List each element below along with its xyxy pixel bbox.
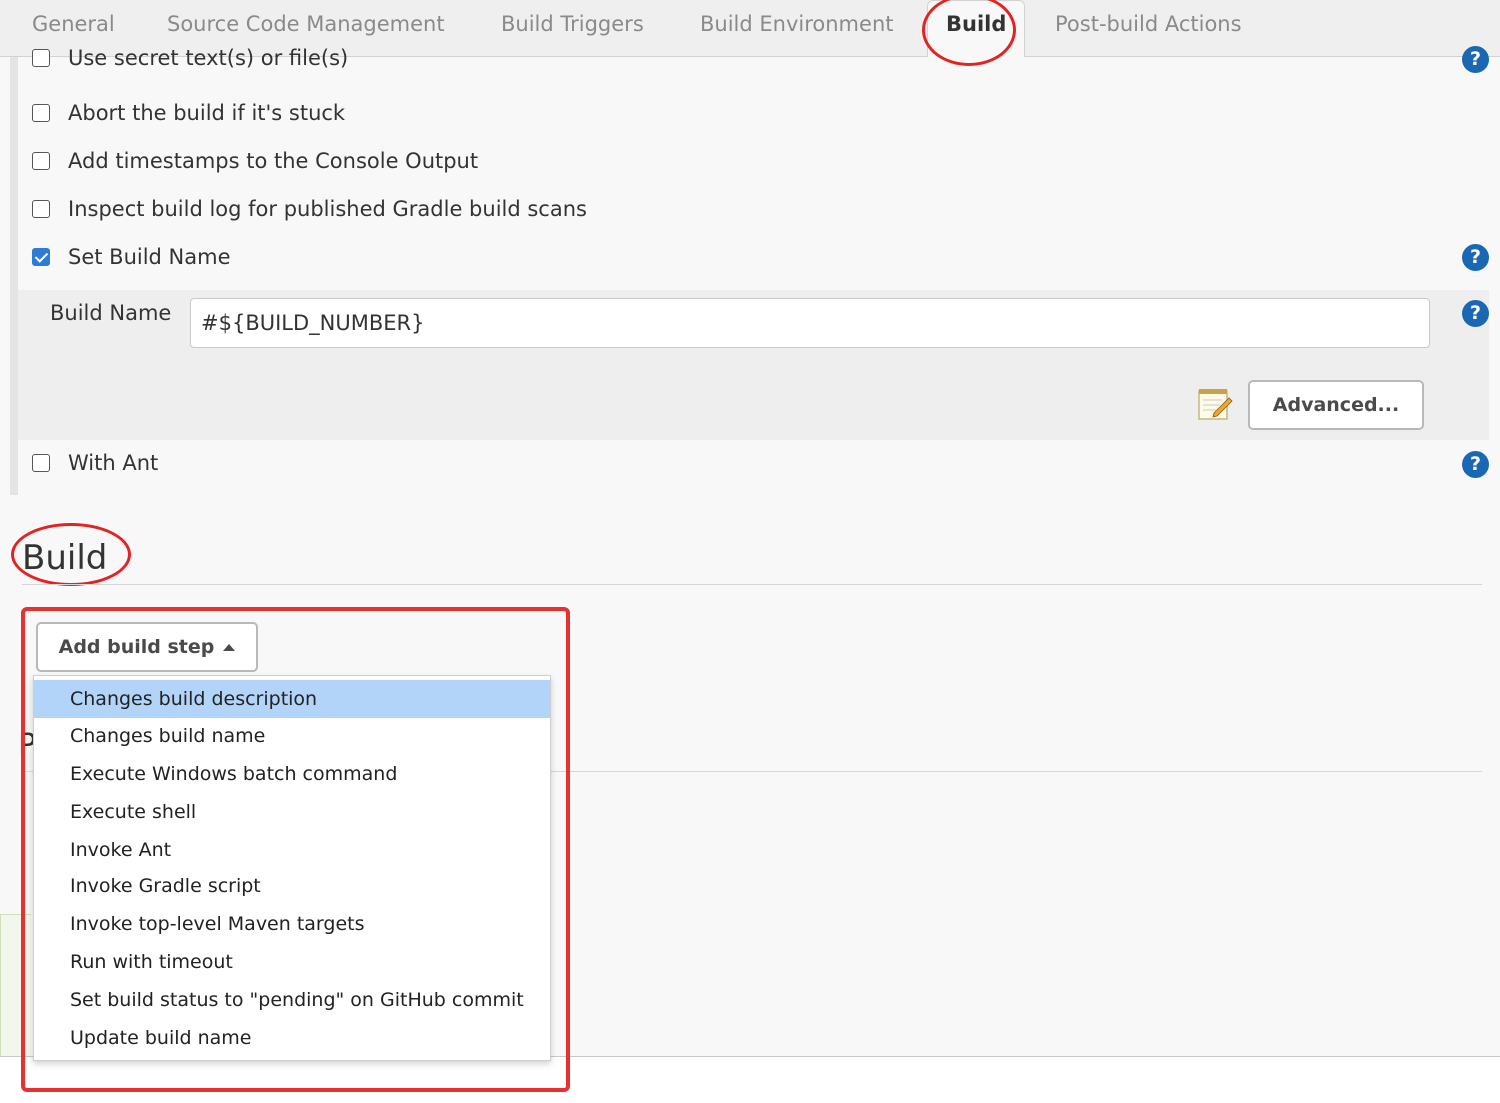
option-inspect-gradle-scans[interactable]: Inspect build log for published Gradle b… [32, 195, 587, 223]
option-with-ant[interactable]: With Ant [32, 449, 158, 477]
option-label: Add timestamps to the Console Output [68, 149, 479, 173]
option-label: Inspect build log for published Gradle b… [68, 197, 587, 221]
help-icon-with-ant[interactable]: ? [1462, 451, 1489, 478]
checkbox-inspect-gradle-scans[interactable] [32, 200, 50, 218]
option-label: Set Build Name [68, 245, 231, 269]
checkbox-set-build-name[interactable] [32, 248, 50, 266]
option-set-build-name[interactable]: Set Build Name [32, 243, 231, 271]
build-name-label: Build Name [50, 301, 172, 325]
checkbox-abort-if-stuck[interactable] [32, 104, 50, 122]
help-icon-set-build-name[interactable]: ? [1462, 244, 1489, 271]
option-abort-if-stuck[interactable]: Abort the build if it's stuck [32, 99, 345, 127]
notepad-edit-icon[interactable] [1196, 386, 1234, 422]
checkbox-add-timestamps[interactable] [32, 152, 50, 170]
advanced-button[interactable]: Advanced... [1248, 380, 1424, 430]
section-indent-bar [10, 57, 18, 495]
help-icon-build-name[interactable]: ? [1462, 300, 1489, 327]
build-name-input[interactable] [190, 298, 1430, 348]
section-divider [22, 584, 1482, 585]
annotation-circle-build-heading [11, 523, 131, 586]
checkbox-with-ant[interactable] [32, 454, 50, 472]
option-label: With Ant [68, 451, 159, 475]
option-label: Abort the build if it's stuck [68, 101, 346, 125]
annotation-rectangle-build-steps [21, 607, 570, 1092]
option-add-timestamps[interactable]: Add timestamps to the Console Output [32, 147, 478, 175]
help-icon-use-secret[interactable]: ? [1462, 46, 1489, 73]
